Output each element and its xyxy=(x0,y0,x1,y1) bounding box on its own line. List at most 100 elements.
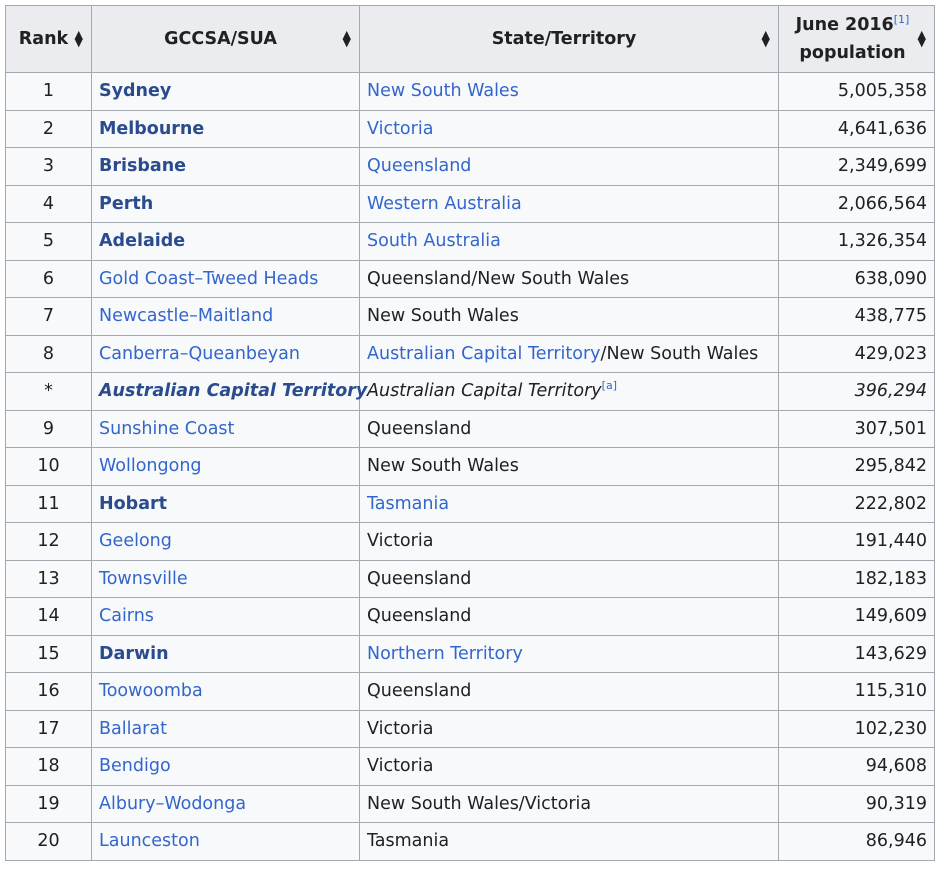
population-cell: 94,608 xyxy=(778,747,935,786)
gccsa-cell: Sydney xyxy=(91,72,360,111)
city-link[interactable]: Townsville xyxy=(99,569,188,589)
population-cell: 2,066,564 xyxy=(778,184,935,223)
city-link[interactable]: Newcastle–Maitland xyxy=(99,306,273,326)
city-link[interactable]: Darwin xyxy=(99,644,169,664)
state-text: Tasmania xyxy=(367,831,450,852)
city-link[interactable]: Perth xyxy=(99,194,153,214)
sort-icon[interactable]: ▲ ▼ xyxy=(75,29,83,48)
table-row: * Australian Capital Territory Australian … xyxy=(5,372,935,411)
city-link[interactable]: Brisbane xyxy=(99,156,186,176)
gccsa-cell: Melbourne xyxy=(91,109,360,148)
rank-cell: 20 xyxy=(5,822,92,861)
rank-cell: 9 xyxy=(5,409,92,448)
sort-icon[interactable]: ▲ ▼ xyxy=(762,29,770,48)
state-text: Victoria xyxy=(367,756,434,777)
population-cell: 4,641,636 xyxy=(778,109,935,148)
population-cell: 307,501 xyxy=(778,409,935,448)
state-link[interactable]: New South Wales xyxy=(367,81,519,101)
city-link[interactable]: Australian Capital Territory xyxy=(99,381,367,401)
population-header-label: June 2016[1] population xyxy=(787,11,926,67)
population-cell: 182,183 xyxy=(778,559,935,598)
rank-column-header[interactable]: Rank ▲ ▼ xyxy=(5,5,92,73)
table-header-row: Rank ▲ ▼ GCCSA/SUA ▲ ▼ State/Territory ▲ ▼ … xyxy=(5,5,935,73)
state-link[interactable]: Tasmania xyxy=(367,494,449,514)
gccsa-cell: Cairns xyxy=(91,597,360,636)
state-cell: Victoria xyxy=(359,709,779,748)
state-cell: South Australia xyxy=(359,222,779,261)
gccsa-cell: Canberra–Queanbeyan xyxy=(91,334,360,373)
state-column-header[interactable]: State/Territory ▲ ▼ xyxy=(359,5,779,73)
gccsa-cell: Perth xyxy=(91,184,360,223)
rank-cell: 12 xyxy=(5,522,92,561)
city-link[interactable]: Canberra–Queanbeyan xyxy=(99,344,300,364)
table-row: 1 Sydney New South Wales 5,005,358 xyxy=(5,72,935,111)
rank-cell: 7 xyxy=(5,297,92,336)
city-link[interactable]: Cairns xyxy=(99,606,154,626)
population-cell: 90,319 xyxy=(778,784,935,823)
state-text: Australian Capital Territory xyxy=(367,381,602,402)
rank-cell: 11 xyxy=(5,484,92,523)
state-footnote-reference[interactable]: [a] xyxy=(602,379,617,392)
gccsa-column-header[interactable]: GCCSA/SUA ▲ ▼ xyxy=(91,5,360,73)
table-row: 3 Brisbane Queensland 2,349,699 xyxy=(5,147,935,186)
city-link[interactable]: Adelaide xyxy=(99,231,185,251)
city-link[interactable]: Toowoomba xyxy=(99,681,203,701)
state-link[interactable]: Western Australia xyxy=(367,194,522,214)
table-row: 7 Newcastle–Maitland New South Wales 438,77… xyxy=(5,297,935,336)
rank-cell: 6 xyxy=(5,259,92,298)
state-link[interactable]: Victoria xyxy=(367,119,433,139)
state-link[interactable]: Queensland xyxy=(367,156,471,176)
city-link[interactable]: Melbourne xyxy=(99,119,204,139)
population-cell: 1,326,354 xyxy=(778,222,935,261)
state-cell: Queensland xyxy=(359,597,779,636)
state-text: New South Wales xyxy=(367,306,519,327)
city-link[interactable]: Sydney xyxy=(99,81,171,101)
city-link[interactable]: Albury–Wodonga xyxy=(99,794,246,814)
gccsa-cell: Ballarat xyxy=(91,709,360,748)
city-link[interactable]: Sunshine Coast xyxy=(99,419,234,439)
gccsa-cell: Brisbane xyxy=(91,147,360,186)
population-cell: 86,946 xyxy=(778,822,935,861)
gccsa-cell: Geelong xyxy=(91,522,360,561)
state-link[interactable]: Australian Capital Territory xyxy=(367,344,601,364)
gccsa-cell: Albury–Wodonga xyxy=(91,784,360,823)
city-link[interactable]: Wollongong xyxy=(99,456,202,476)
state-header-label: State/Territory xyxy=(491,29,637,49)
state-cell: Queensland/New South Wales xyxy=(359,259,779,298)
rank-cell: 18 xyxy=(5,747,92,786)
rank-cell: 17 xyxy=(5,709,92,748)
state-link[interactable]: South Australia xyxy=(367,231,501,251)
city-link[interactable]: Gold Coast–Tweed Heads xyxy=(99,269,318,289)
city-link[interactable]: Launceston xyxy=(99,831,200,851)
sort-icon[interactable]: ▲ ▼ xyxy=(918,29,926,48)
state-cell: Victoria xyxy=(359,522,779,561)
city-link[interactable]: Hobart xyxy=(99,494,167,514)
state-cell: Australian Capital Territory[a] xyxy=(359,372,779,411)
population-cell: 396,294 xyxy=(778,372,935,411)
rank-cell: 4 xyxy=(5,184,92,223)
rank-cell: 14 xyxy=(5,597,92,636)
rank-cell: 5 xyxy=(5,222,92,261)
table-row: 2 Melbourne Victoria 4,641,636 xyxy=(5,109,935,148)
table-row: 20 Launceston Tasmania 86,946 xyxy=(5,822,935,861)
table-row: 18 Bendigo Victoria 94,608 xyxy=(5,747,935,786)
table-row: 5 Adelaide South Australia 1,326,354 xyxy=(5,222,935,261)
city-link[interactable]: Ballarat xyxy=(99,719,167,739)
population-header-reference[interactable]: [1] xyxy=(894,13,910,26)
population-cell: 149,609 xyxy=(778,597,935,636)
city-link[interactable]: Bendigo xyxy=(99,756,171,776)
state-cell: Victoria xyxy=(359,109,779,148)
state-link[interactable]: Northern Territory xyxy=(367,644,523,664)
population-column-header[interactable]: June 2016[1] population ▲ ▼ xyxy=(778,5,935,73)
population-table: Rank ▲ ▼ GCCSA/SUA ▲ ▼ State/Territory ▲ ▼ … xyxy=(5,5,935,861)
population-table-container: Rank ▲ ▼ GCCSA/SUA ▲ ▼ State/Territory ▲ ▼ … xyxy=(5,5,935,861)
population-cell: 102,230 xyxy=(778,709,935,748)
state-text: Queensland xyxy=(367,606,472,627)
population-cell: 222,802 xyxy=(778,484,935,523)
city-link[interactable]: Geelong xyxy=(99,531,172,551)
table-row: 16 Toowoomba Queensland 115,310 xyxy=(5,672,935,711)
state-text: Queensland xyxy=(367,681,472,702)
rank-cell: 16 xyxy=(5,672,92,711)
sort-icon[interactable]: ▲ ▼ xyxy=(343,29,351,48)
state-cell: Queensland xyxy=(359,672,779,711)
